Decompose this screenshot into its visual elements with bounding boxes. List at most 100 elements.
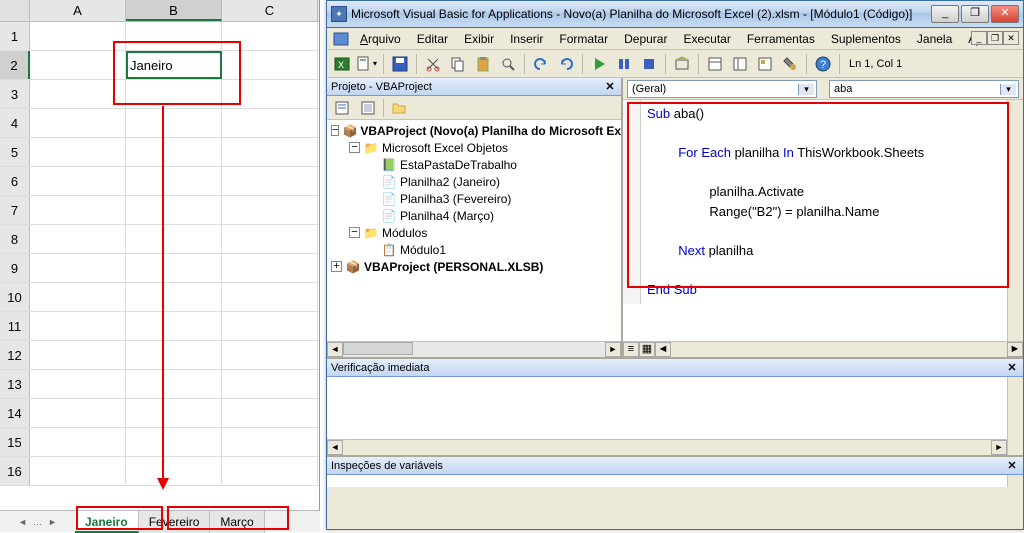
tree-item[interactable]: Módulo1: [400, 243, 446, 257]
cell[interactable]: [126, 196, 222, 224]
cell[interactable]: [30, 80, 126, 108]
cell[interactable]: [30, 457, 126, 485]
watches-close-button[interactable]: ✕: [1005, 457, 1019, 474]
tree-toggle[interactable]: −: [349, 142, 360, 153]
toggle-folders-button[interactable]: [388, 98, 410, 118]
cell[interactable]: [126, 399, 222, 427]
cell[interactable]: [222, 51, 318, 79]
view-code-button[interactable]: [331, 98, 353, 118]
cell[interactable]: [222, 109, 318, 137]
find-button[interactable]: [497, 53, 519, 75]
tree-item[interactable]: Planilha4 (Março): [400, 209, 494, 223]
cell[interactable]: [222, 80, 318, 108]
cell[interactable]: [222, 225, 318, 253]
project-close-button[interactable]: ✕: [603, 78, 617, 95]
row-header[interactable]: 16: [0, 457, 30, 485]
cell[interactable]: [126, 80, 222, 108]
chevron-down-icon[interactable]: ▾: [1000, 84, 1016, 95]
cell[interactable]: [30, 312, 126, 340]
menu-depurar[interactable]: Depurar: [617, 30, 674, 48]
menu-exibir[interactable]: Exibir: [457, 30, 501, 48]
sheet-tab-janeiro[interactable]: Janeiro: [75, 511, 139, 533]
chevron-down-icon[interactable]: ▾: [798, 84, 814, 95]
tree-toggle[interactable]: −: [349, 227, 360, 238]
cell[interactable]: [30, 370, 126, 398]
cell[interactable]: [30, 341, 126, 369]
scroll-right-icon[interactable]: ►: [991, 440, 1007, 455]
cell[interactable]: [126, 312, 222, 340]
cell[interactable]: [30, 399, 126, 427]
cell[interactable]: [30, 109, 126, 137]
cell[interactable]: [126, 341, 222, 369]
help-button[interactable]: ?: [812, 53, 834, 75]
project-hscroll[interactable]: ◄ ►: [327, 341, 621, 357]
sheet-nav[interactable]: ◄…►: [0, 511, 75, 533]
run-button[interactable]: [588, 53, 610, 75]
paste-button[interactable]: [472, 53, 494, 75]
cell[interactable]: [222, 254, 318, 282]
cell[interactable]: [30, 254, 126, 282]
row-header[interactable]: 1: [0, 22, 30, 50]
cell[interactable]: [126, 254, 222, 282]
cell[interactable]: [126, 22, 222, 50]
code-vscroll[interactable]: [1007, 100, 1023, 341]
row-header[interactable]: 7: [0, 196, 30, 224]
cell[interactable]: [30, 51, 126, 79]
cell[interactable]: [126, 283, 222, 311]
minimize-button[interactable]: _: [931, 5, 959, 23]
row-header[interactable]: 11: [0, 312, 30, 340]
reset-button[interactable]: [638, 53, 660, 75]
select-all-corner[interactable]: [0, 0, 30, 21]
cell[interactable]: [222, 457, 318, 485]
sheet-tab-marco[interactable]: Março: [210, 511, 264, 533]
row-header[interactable]: 6: [0, 167, 30, 195]
design-mode-button[interactable]: [671, 53, 693, 75]
close-button[interactable]: ✕: [991, 5, 1019, 23]
row-header[interactable]: 14: [0, 399, 30, 427]
cell[interactable]: [126, 225, 222, 253]
cell[interactable]: [30, 167, 126, 195]
tree-item[interactable]: EstaPastaDeTrabalho: [400, 158, 517, 172]
scroll-left-icon[interactable]: ◄: [327, 342, 343, 357]
scroll-thumb[interactable]: [343, 342, 413, 355]
tree-toggle[interactable]: −: [331, 125, 339, 136]
watches-vscroll[interactable]: [1007, 475, 1023, 487]
cell[interactable]: [30, 22, 126, 50]
cell[interactable]: [30, 225, 126, 253]
cell[interactable]: [222, 312, 318, 340]
scroll-left-icon[interactable]: ◄: [327, 440, 343, 455]
cell[interactable]: [222, 428, 318, 456]
row-header[interactable]: 12: [0, 341, 30, 369]
procedure-view-button[interactable]: ≡: [623, 342, 639, 357]
cell[interactable]: [222, 399, 318, 427]
cell[interactable]: [222, 370, 318, 398]
row-header[interactable]: 4: [0, 109, 30, 137]
cell[interactable]: [126, 370, 222, 398]
cell[interactable]: [30, 138, 126, 166]
row-header[interactable]: 13: [0, 370, 30, 398]
code-editor[interactable]: Sub aba() For Each planilha In ThisWorkb…: [623, 100, 1023, 304]
titlebar[interactable]: ✦ Microsoft Visual Basic for Application…: [327, 1, 1023, 28]
project-explorer-button[interactable]: [704, 53, 726, 75]
mdi-close[interactable]: ✕: [1003, 31, 1019, 45]
menu-arquivo[interactable]: Arquivo: [353, 30, 408, 48]
cell[interactable]: [222, 283, 318, 311]
row-header[interactable]: 2: [0, 51, 30, 79]
maximize-button[interactable]: ❐: [961, 5, 989, 23]
tree-item[interactable]: Planilha3 (Fevereiro): [400, 192, 511, 206]
cell[interactable]: [126, 109, 222, 137]
cell[interactable]: [30, 428, 126, 456]
insert-dropdown[interactable]: ▾: [356, 53, 378, 75]
object-browser-button[interactable]: [754, 53, 776, 75]
row-header[interactable]: 15: [0, 428, 30, 456]
object-combo[interactable]: (Geral)▾: [627, 80, 817, 98]
column-header-c[interactable]: C: [222, 0, 318, 21]
cell[interactable]: [222, 341, 318, 369]
menu-executar[interactable]: Executar: [676, 30, 737, 48]
scroll-right-icon[interactable]: ►: [1007, 342, 1023, 357]
tree-toggle[interactable]: +: [331, 261, 342, 272]
cell[interactable]: [222, 167, 318, 195]
menu-editar[interactable]: Editar: [410, 30, 455, 48]
view-excel-button[interactable]: X: [331, 53, 353, 75]
cell[interactable]: [222, 22, 318, 50]
